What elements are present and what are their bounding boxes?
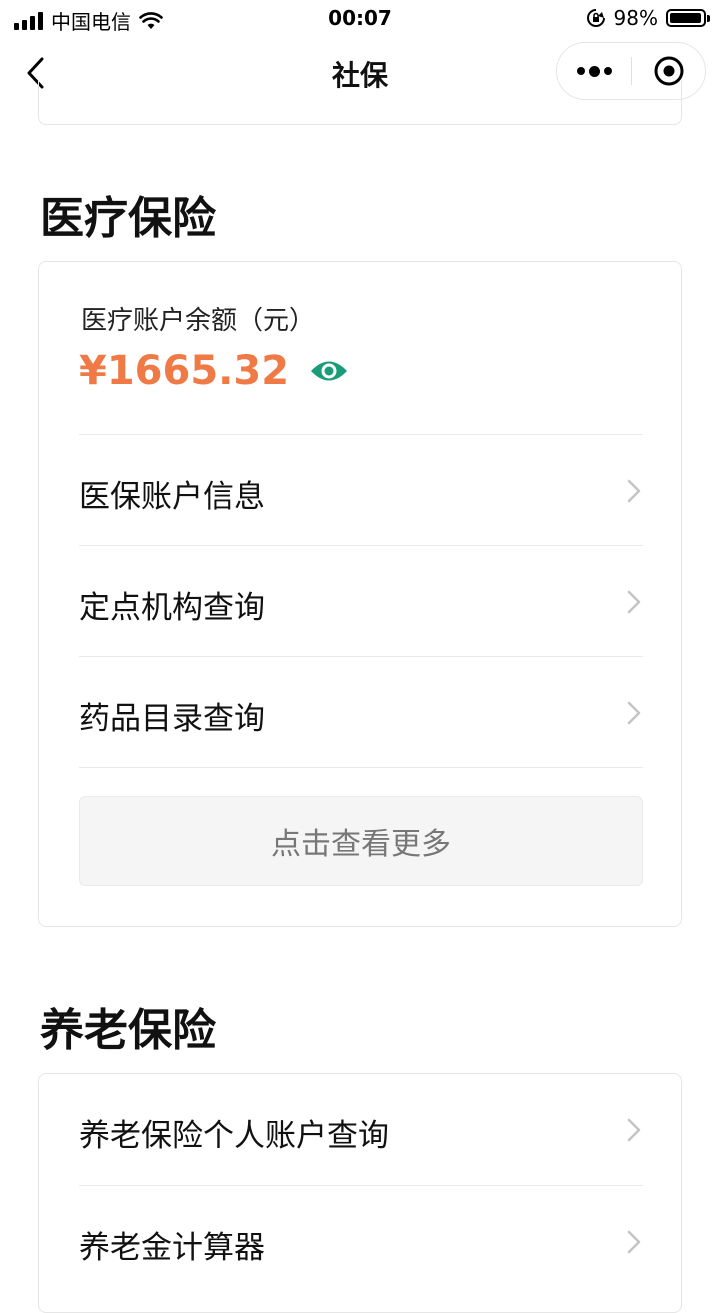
battery-icon [666, 9, 710, 27]
chevron-right-icon [627, 590, 641, 614]
list-item-label: 养老保险个人账户查询 [79, 1118, 389, 1154]
eye-icon[interactable] [309, 358, 349, 384]
chevron-right-icon [627, 1230, 641, 1254]
balance-value: ¥1665.32 [79, 348, 290, 394]
list-item-pension-account[interactable]: 养老保险个人账户查询 [79, 1074, 643, 1185]
list-item-label: 药品目录查询 [79, 701, 265, 737]
list-item-drug-catalog[interactable]: 药品目录查询 [79, 656, 643, 767]
balance-row: ¥1665.32 [79, 348, 349, 394]
rotation-lock-icon [586, 9, 605, 27]
previous-card-bottom [38, 80, 682, 125]
status-bar: 中国电信 00:07 98% [0, 0, 720, 36]
pension-section-title: 养老保险 [40, 1005, 216, 1056]
list-item-medical-account[interactable]: 医保账户信息 [79, 434, 643, 545]
chevron-right-icon [627, 701, 641, 725]
chevron-right-icon [627, 1118, 641, 1142]
list-item-label: 定点机构查询 [79, 590, 265, 626]
list-item-label: 养老金计算器 [79, 1230, 265, 1266]
list-item-pension-calculator[interactable]: 养老金计算器 [79, 1185, 643, 1296]
pension-card: 养老保险个人账户查询 养老金计算器 [38, 1073, 682, 1313]
battery-fill [670, 13, 702, 23]
chevron-right-icon [627, 479, 641, 503]
list-item-designated-institution[interactable]: 定点机构查询 [79, 545, 643, 656]
battery-percent: 98% [613, 6, 658, 30]
medical-section-title: 医疗保险 [40, 193, 216, 244]
balance-label: 医疗账户余额（元） [81, 306, 316, 336]
view-more-button[interactable]: 点击查看更多 [79, 796, 643, 886]
list-divider [79, 767, 643, 768]
medical-card: 医疗账户余额（元） ¥1665.32 医保账户信息 定点机构查询 药品目录查询 … [38, 261, 682, 927]
status-right: 98% [586, 6, 710, 30]
list-item-label: 医保账户信息 [79, 479, 265, 515]
